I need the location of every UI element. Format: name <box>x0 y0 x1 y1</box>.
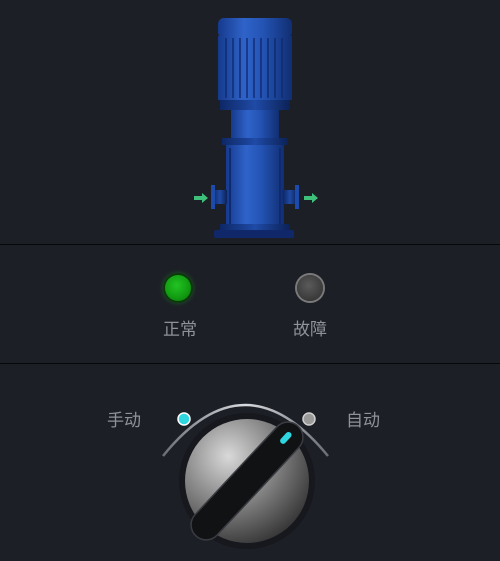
fault-indicator-lamp <box>297 275 323 301</box>
arrow-right-icon <box>304 193 318 203</box>
auto-position-dot[interactable] <box>302 412 316 426</box>
coupling <box>231 110 279 140</box>
normal-indicator-lamp <box>165 275 191 301</box>
upper-flange <box>222 138 288 145</box>
motor-body <box>218 36 292 100</box>
outlet-pipe <box>283 190 297 204</box>
selector-switch[interactable] <box>0 364 500 561</box>
manual-position-dot[interactable] <box>177 412 191 426</box>
motor-base <box>220 100 290 110</box>
status-panel: 正常 故障 <box>0 245 500 363</box>
inlet-pipe <box>213 190 227 204</box>
pump-panel <box>0 0 500 244</box>
normal-label: 正常 <box>163 320 197 340</box>
pump-body <box>226 145 284 225</box>
pump-foot <box>214 230 294 238</box>
fault-label: 故障 <box>293 320 327 340</box>
pump-graphic <box>194 18 318 238</box>
mode-selector-panel: 手动 自动 <box>0 364 500 561</box>
arrow-right-icon <box>194 193 208 203</box>
motor-cap <box>218 18 292 38</box>
